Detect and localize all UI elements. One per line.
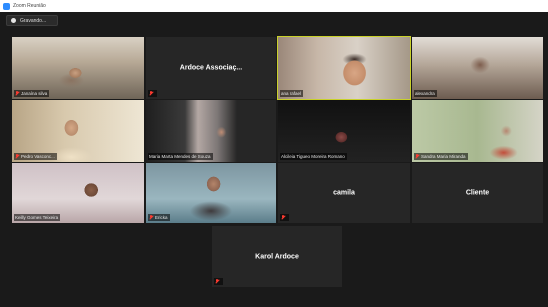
participant-tile[interactable]: camila (278, 163, 410, 223)
window-title: Zoom Reunião (13, 3, 46, 9)
zoom-app-icon (3, 2, 10, 10)
participant-name: Pedro Vasconc... (21, 154, 55, 159)
participant-tile[interactable]: Cliente (412, 163, 543, 223)
participant-tile[interactable]: Pedro Vasconc... (12, 100, 144, 162)
participant-display-name: Ardoce Associaç... (179, 64, 243, 72)
mic-muted-icon (149, 91, 153, 96)
mic-muted-icon (215, 279, 219, 284)
mic-muted-icon (281, 215, 285, 220)
recording-label: Gravando... (20, 17, 47, 24)
participant-name: Maria Marta Mendes de Souza (149, 154, 211, 159)
participant-tile[interactable]: Alcileia Tigueo Moreira Romano (278, 100, 410, 162)
mic-muted-icon (149, 215, 153, 220)
recording-indicator[interactable]: Gravando... (6, 15, 58, 26)
participant-name: Janaína silva (21, 91, 48, 96)
participant-name: alexandra (415, 91, 435, 96)
participant-tile[interactable]: Maria Marta Mendes de Souza (146, 100, 276, 162)
participant-tile[interactable]: Sandra Maria Miranda (412, 100, 543, 162)
window-titlebar: Zoom Reunião (0, 0, 548, 12)
participant-name: Ericka (155, 215, 168, 220)
mic-muted-icon (15, 154, 19, 159)
participant-tile[interactable]: Karol Ardoce (212, 226, 342, 287)
participant-name-tag: alexandra (414, 90, 437, 97)
participant-name: Sandra Maria Miranda (421, 154, 466, 159)
participant-name-tag: Alcileia Tigueo Moreira Romano (280, 153, 347, 160)
participant-tile[interactable]: Ericka (146, 163, 276, 223)
participant-name-tag (148, 90, 157, 97)
participant-display-name: Karol Ardoce (255, 253, 299, 260)
participant-name: Alcileia Tigueo Moreira Romano (281, 154, 345, 159)
participant-tile[interactable]: alexandra (412, 37, 543, 99)
participant-name: ana rafael (281, 91, 302, 96)
participant-name-tag: Sandra Maria Miranda (414, 153, 468, 160)
participant-display-name: camila (333, 189, 355, 197)
participant-name-tag: Janaína silva (14, 90, 50, 97)
participant-name-tag (214, 278, 223, 285)
mic-muted-icon (15, 91, 19, 96)
participant-name-tag: Ericka (148, 214, 170, 221)
participant-name-tag: Pedro Vasconc... (14, 153, 57, 160)
active-speaker-tile[interactable]: ana rafael (277, 36, 411, 100)
record-dot-icon (11, 18, 16, 23)
participant-name-tag: Keilly Gomes Teixeira (14, 214, 61, 221)
participant-display-name: Cliente (465, 189, 490, 197)
participant-name: Keilly Gomes Teixeira (15, 215, 59, 220)
participant-name-tag: ana rafael (280, 90, 304, 97)
participant-tile[interactable]: Keilly Gomes Teixeira (12, 163, 144, 223)
participant-name-tag (280, 214, 289, 221)
participant-tile[interactable]: Ardoce Associaç... (146, 37, 276, 99)
mic-muted-icon (415, 154, 419, 159)
participant-tile[interactable]: Janaína silva (12, 37, 144, 99)
participant-name-tag: Maria Marta Mendes de Souza (148, 153, 213, 160)
